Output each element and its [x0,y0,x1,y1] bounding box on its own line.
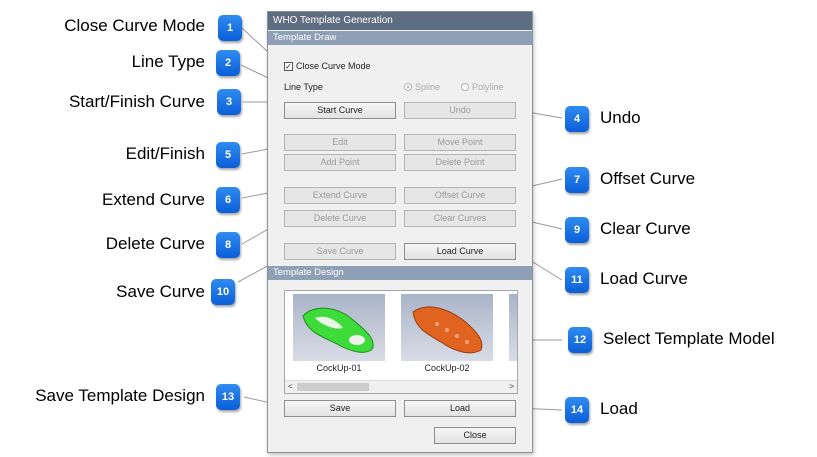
callout-label-delete-curve: Delete Curve [105,234,205,253]
callout-badge-11: 11 [565,267,589,293]
callout-label-close-curve-mode: Close Curve Mode [64,16,205,35]
undo-button[interactable]: Undo [404,102,516,119]
scrollbar-thumb[interactable] [297,383,369,391]
extend-curve-button[interactable]: Extend Curve [284,187,396,204]
callout-label-save-template-design: Save Template Design [35,386,205,405]
callout-label-save-curve: Save Curve [116,282,205,301]
save-template-button[interactable]: Save [284,400,396,417]
polyline-label: Polyline [472,82,504,92]
callout-label-load: Load [600,399,638,418]
splint-model-icon [302,307,374,353]
callout-badge-14: 14 [565,397,589,423]
callout-badge-4: 4 [565,106,589,132]
add-point-button[interactable]: Add Point [284,154,396,171]
callout-label-line-type: Line Type [131,52,205,71]
callout-label-load-curve: Load Curve [600,269,688,288]
callout-badge-5: 5 [216,142,240,168]
radio-unselected-icon [461,83,469,91]
save-curve-button[interactable]: Save Curve [284,243,396,260]
radio-selected-icon [404,83,412,91]
callout-label-start-finish-curve: Start/Finish Curve [68,92,205,111]
gallery-horizontal-scrollbar[interactable]: < > [285,380,517,393]
callout-badge-12: 12 [568,327,592,353]
callout-badge-8: 8 [216,232,240,258]
polyline-radio[interactable]: Polyline [461,82,504,92]
checkbox-check-icon: ✓ [284,61,293,71]
callout-badge-2: 2 [216,50,240,76]
template-caption-2: CockUp-02 [424,363,470,373]
line-type-label: Line Type [284,82,323,92]
edit-button[interactable]: Edit [284,134,396,151]
close-curve-mode-label: Close Curve Mode [296,61,371,71]
callout-badge-6: 6 [216,187,240,213]
window-title: WHO Template Generation [268,12,532,30]
template-model-gallery[interactable]: CockUp-01 CockUp-02 < > [284,290,518,394]
template-caption-1: CockUp-01 [316,363,362,373]
load-template-button[interactable]: Load [404,400,516,417]
spline-radio[interactable]: Spline [404,82,440,92]
template-generation-dialog: WHO Template Generation Template Draw ✓ … [267,11,533,453]
delete-point-button[interactable]: Delete Point [404,154,516,171]
template-thumb-cockup-02[interactable] [401,294,493,361]
offset-curve-button[interactable]: Offset Curve [404,187,516,204]
callout-badge-10: 10 [211,279,235,305]
callout-label-select-template-model: Select Template Model [603,329,775,348]
callout-label-undo: Undo [600,108,641,127]
section-template-draw: Template Draw [268,31,532,45]
section-template-design: Template Design [268,266,532,280]
scroll-right-icon[interactable]: > [509,381,514,393]
load-curve-button[interactable]: Load Curve [404,243,516,260]
callout-label-edit-finish: Edit/Finish [125,144,205,163]
splint-model-icon [412,306,483,354]
spline-label: Spline [415,82,441,92]
start-curve-button[interactable]: Start Curve [284,102,396,119]
callout-label-extend-curve: Extend Curve [102,190,205,209]
callout-badge-7: 7 [565,167,589,193]
callout-badge-1: 1 [218,15,242,41]
move-point-button[interactable]: Move Point [404,134,516,151]
delete-curve-button[interactable]: Delete Curve [284,210,396,227]
template-thumb-partial[interactable] [509,294,517,361]
clear-curves-button[interactable]: Clear Curves [404,210,516,227]
scroll-left-icon[interactable]: < [288,381,293,393]
template-thumb-cockup-01[interactable] [293,294,385,361]
callout-label-clear-curve: Clear Curve [600,219,691,238]
callout-badge-9: 9 [565,217,589,243]
callout-badge-3: 3 [217,89,241,115]
close-button[interactable]: Close [434,427,516,444]
close-curve-mode-checkbox[interactable]: ✓ Close Curve Mode [284,61,371,71]
callout-badge-13: 13 [216,384,240,410]
callout-label-offset-curve: Offset Curve [600,169,696,188]
